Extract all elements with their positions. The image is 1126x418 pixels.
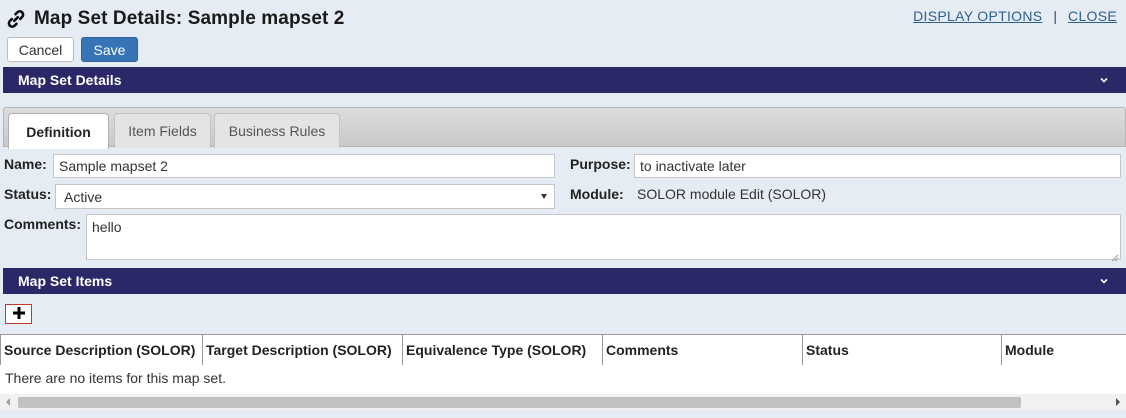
- tab-label: Business Rules: [228, 123, 326, 139]
- link-icon: [6, 9, 26, 29]
- link-separator: |: [1053, 8, 1058, 24]
- action-buttons: Cancel Save: [7, 37, 138, 62]
- module-value: SOLOR module Edit (SOLOR): [637, 186, 827, 202]
- page-title: Map Set Details: Sample mapset 2: [34, 8, 345, 29]
- tab-definition[interactable]: Definition: [8, 113, 109, 149]
- close-link[interactable]: CLOSE: [1068, 8, 1117, 24]
- tab-bar: Definition Item Fields Business Rules: [3, 107, 1126, 149]
- column-header[interactable]: Module: [1001, 335, 1126, 365]
- comments-label: Comments:: [4, 216, 82, 232]
- map-set-details-header[interactable]: Map Set Details: [3, 67, 1126, 93]
- dropdown-arrow-icon: [541, 194, 547, 199]
- section-title: Map Set Items: [18, 273, 113, 289]
- comments-textarea[interactable]: hello: [86, 214, 1121, 262]
- page-header: Map Set Details: Sample mapset 2: [6, 6, 344, 32]
- status-label: Status:: [4, 186, 52, 202]
- resize-grip-icon[interactable]: [1110, 249, 1119, 262]
- column-header[interactable]: Status: [802, 335, 1002, 365]
- map-set-items-table: Source Description (SOLOR) Target Descri…: [0, 334, 1126, 410]
- horizontal-scrollbar[interactable]: [0, 394, 1126, 410]
- name-label: Name:: [4, 156, 47, 172]
- table-header: Source Description (SOLOR) Target Descri…: [0, 335, 1126, 365]
- scrollbar-thumb[interactable]: [18, 397, 1021, 408]
- status-value: Active: [64, 188, 103, 205]
- scroll-left-icon[interactable]: [6, 398, 10, 406]
- module-label: Module:: [570, 186, 624, 202]
- column-header[interactable]: Target Description (SOLOR): [202, 335, 403, 365]
- comments-value: hello: [92, 219, 122, 235]
- display-options-link[interactable]: DISPLAY OPTIONS: [913, 8, 1042, 24]
- top-links: DISPLAY OPTIONS | CLOSE: [913, 8, 1117, 24]
- chevron-down-icon[interactable]: [1098, 274, 1110, 286]
- name-input[interactable]: [53, 154, 555, 178]
- tab-item-fields[interactable]: Item Fields: [114, 113, 211, 148]
- column-header[interactable]: Comments: [602, 335, 803, 365]
- purpose-input[interactable]: [634, 154, 1121, 178]
- add-item-button[interactable]: [5, 304, 32, 324]
- column-header[interactable]: Source Description (SOLOR): [0, 335, 203, 365]
- chevron-down-icon[interactable]: [1098, 73, 1110, 85]
- tab-label: Definition: [26, 123, 91, 140]
- status-select[interactable]: Active: [55, 184, 555, 209]
- column-header[interactable]: Equivalence Type (SOLOR): [402, 335, 603, 365]
- purpose-label: Purpose:: [570, 156, 631, 172]
- empty-message: There are no items for this map set.: [5, 370, 226, 386]
- save-button[interactable]: Save: [81, 37, 138, 62]
- tab-business-rules[interactable]: Business Rules: [214, 113, 340, 148]
- section-title: Map Set Details: [18, 72, 122, 88]
- map-set-items-header[interactable]: Map Set Items: [3, 268, 1126, 294]
- plus-icon: [12, 306, 26, 323]
- tab-label: Item Fields: [128, 123, 197, 139]
- scroll-right-icon[interactable]: [1116, 398, 1120, 406]
- cancel-button[interactable]: Cancel: [7, 37, 74, 62]
